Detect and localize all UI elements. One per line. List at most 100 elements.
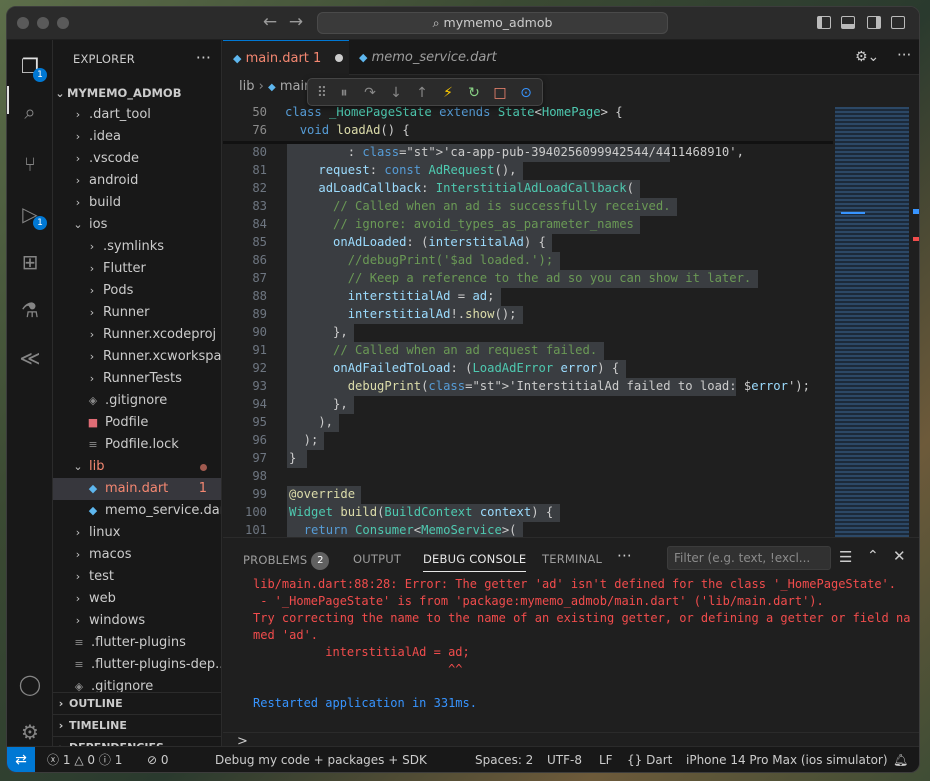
account-icon[interactable]: ◯: [16, 670, 44, 698]
forward-arrow-icon[interactable]: →: [286, 12, 306, 32]
pause-icon[interactable]: ⏸: [334, 83, 354, 103]
code-line[interactable]: return Consumer<MemoService>(: [289, 523, 517, 537]
step-over-icon[interactable]: ↷: [360, 83, 380, 103]
tree-item[interactable]: › build: [53, 192, 221, 214]
code-line[interactable]: }: [289, 451, 296, 465]
tree-item[interactable]: ⌄ lib: [53, 456, 221, 478]
tree-item[interactable]: › .dart_tool: [53, 104, 221, 126]
more-actions-icon[interactable]: ···: [897, 46, 911, 64]
tree-item[interactable]: › Flutter: [53, 258, 221, 280]
tree-item[interactable]: › .idea: [53, 126, 221, 148]
code-line[interactable]: debugPrint(class="st">'InterstitialAd fa…: [289, 379, 810, 393]
code-line[interactable]: // Called when an ad request failed.: [289, 343, 597, 357]
step-out-icon[interactable]: ↑: [412, 83, 432, 103]
restart-icon[interactable]: ↻: [464, 83, 484, 103]
drag-handle-icon[interactable]: ⠿: [312, 83, 332, 103]
console-filter-input[interactable]: Filter (e.g. text, !excl...: [667, 546, 831, 570]
code-line[interactable]: @override: [289, 487, 355, 501]
code-editor[interactable]: 50 class _HomePageState extends State<Hom…: [223, 99, 919, 537]
tree-item[interactable]: ⌄ ios: [53, 214, 221, 236]
tab-main-dart[interactable]: ◆ main.dart 1: [223, 40, 349, 75]
command-center-search[interactable]: ⌕ mymemo_admob: [317, 12, 668, 34]
tree-item[interactable]: › linux: [53, 522, 221, 544]
code-line[interactable]: },: [289, 397, 348, 411]
device-status[interactable]: iPhone 14 Pro Max (ios simulator): [686, 747, 888, 772]
tree-item[interactable]: › .symlinks: [53, 236, 221, 258]
tree-item[interactable]: › macos: [53, 544, 221, 566]
language-status[interactable]: {} Dart: [627, 747, 672, 772]
tree-item[interactable]: ◆ memo_service.dart: [53, 500, 221, 522]
tab-memo-service-dart[interactable]: ◆ memo_service.dart: [349, 40, 509, 75]
explorer-icon[interactable]: ❐ 1: [16, 52, 47, 82]
clear-console-icon[interactable]: ☰: [839, 548, 852, 566]
code-line[interactable]: request: const AdRequest(),: [289, 163, 516, 177]
tree-item[interactable]: › test: [53, 566, 221, 588]
tree-item[interactable]: › windows: [53, 610, 221, 632]
tab-terminal[interactable]: TERMINAL: [542, 552, 602, 566]
tree-item[interactable]: ■ Podfile: [53, 412, 221, 434]
extensions-icon[interactable]: ⊞: [16, 248, 44, 276]
panel-more-icon[interactable]: ···: [617, 547, 632, 565]
maximize-panel-icon[interactable]: ⌃: [867, 548, 879, 564]
code-line[interactable]: //debugPrint('$ad loaded.');: [289, 253, 553, 267]
close-panel-icon[interactable]: ✕: [893, 547, 906, 565]
tab-debug-console[interactable]: DEBUG CONSOLE: [423, 552, 527, 572]
source-control-icon[interactable]: ⑂: [16, 150, 44, 178]
tree-item[interactable]: › android: [53, 170, 221, 192]
code-line[interactable]: adLoadCallback: InterstitialAdLoadCallba…: [289, 181, 634, 195]
problems-status[interactable]: ⓧ 1 △ 0 ⓘ 1: [47, 747, 122, 772]
remote-indicator-icon[interactable]: ⇄: [7, 747, 35, 772]
tree-item[interactable]: › RunnerTests: [53, 368, 221, 390]
code-line[interactable]: ),: [289, 415, 333, 429]
code-line[interactable]: },: [289, 325, 348, 339]
tree-item[interactable]: › Pods: [53, 280, 221, 302]
tree-item[interactable]: ≡ Podfile.lock: [53, 434, 221, 456]
tree-item[interactable]: ≡ .flutter-plugins-dep...: [53, 654, 221, 676]
stop-icon[interactable]: □: [490, 83, 510, 103]
notifications-bell-icon[interactable]: 🔔︎: [893, 747, 908, 772]
minimap[interactable]: [835, 107, 909, 537]
tree-item[interactable]: › web: [53, 588, 221, 610]
workspace-root[interactable]: ⌄ MYMEMO_ADMOB: [53, 82, 221, 104]
code-line[interactable]: // ignore: avoid_types_as_parameter_name…: [289, 217, 634, 231]
code-line[interactable]: );: [289, 433, 319, 447]
debug-mode-status[interactable]: Debug my code + packages + SDK: [215, 747, 427, 772]
close-window-button[interactable]: [17, 17, 29, 29]
run-debug-dropdown-icon[interactable]: ⚙⌄: [855, 49, 879, 65]
unsaved-dot-icon[interactable]: [335, 54, 344, 62]
code-line[interactable]: : class="st">'ca-app-pub-394025609994254…: [289, 145, 744, 159]
hot-reload-icon[interactable]: ⚡: [438, 83, 458, 103]
back-arrow-icon[interactable]: ←: [260, 12, 280, 32]
tree-item[interactable]: ≡ .flutter-plugins: [53, 632, 221, 654]
settings-gear-icon[interactable]: ⚙: [16, 718, 44, 746]
indentation-status[interactable]: Spaces: 2: [475, 747, 533, 772]
toggle-sidebar-icon[interactable]: [817, 16, 831, 29]
search-view-icon[interactable]: ⌕: [16, 98, 44, 126]
minimize-window-button[interactable]: [37, 17, 49, 29]
code-line[interactable]: interstitialAd = ad;: [289, 289, 495, 303]
ports-status[interactable]: ⊘ 0: [147, 747, 169, 772]
toggle-panel-icon[interactable]: [841, 16, 855, 29]
code-line[interactable]: onAdLoaded: (interstitalAd) {: [289, 235, 546, 249]
tab-problems[interactable]: PROBLEMS 2: [243, 552, 330, 570]
tree-item[interactable]: ◆ main.dart 1: [53, 478, 221, 500]
flutter-icon[interactable]: ≪: [16, 344, 44, 372]
tree-item[interactable]: › Runner: [53, 302, 221, 324]
timeline-section[interactable]: › TIMELINE: [53, 714, 221, 736]
step-into-icon[interactable]: ↓: [386, 83, 406, 103]
tree-item[interactable]: › Runner.xcworkspace: [53, 346, 221, 368]
testing-icon[interactable]: ⚗: [16, 296, 44, 324]
code-line[interactable]: Widget build(BuildContext context) {: [289, 505, 553, 519]
sticky-scroll-line[interactable]: class _HomePageState extends State<HomeP…: [285, 105, 623, 119]
tree-item[interactable]: ◈ .gitignore: [53, 390, 221, 412]
toggle-secondary-sidebar-icon[interactable]: [867, 16, 881, 29]
code-line[interactable]: // Called when an ad is successfully rec…: [289, 199, 671, 213]
tree-item[interactable]: › Runner.xcodeproj: [53, 324, 221, 346]
zoom-window-button[interactable]: [57, 17, 69, 29]
breadcrumb-lib[interactable]: lib: [239, 79, 254, 94]
outline-section[interactable]: › OUTLINE: [53, 692, 221, 714]
tree-item[interactable]: › .vscode: [53, 148, 221, 170]
tab-output[interactable]: OUTPUT: [353, 552, 401, 566]
sticky-scroll-line[interactable]: void loadAd() {: [285, 123, 410, 137]
code-line[interactable]: onAdFailedToLoad: (LoadAdError error) {: [289, 361, 619, 375]
